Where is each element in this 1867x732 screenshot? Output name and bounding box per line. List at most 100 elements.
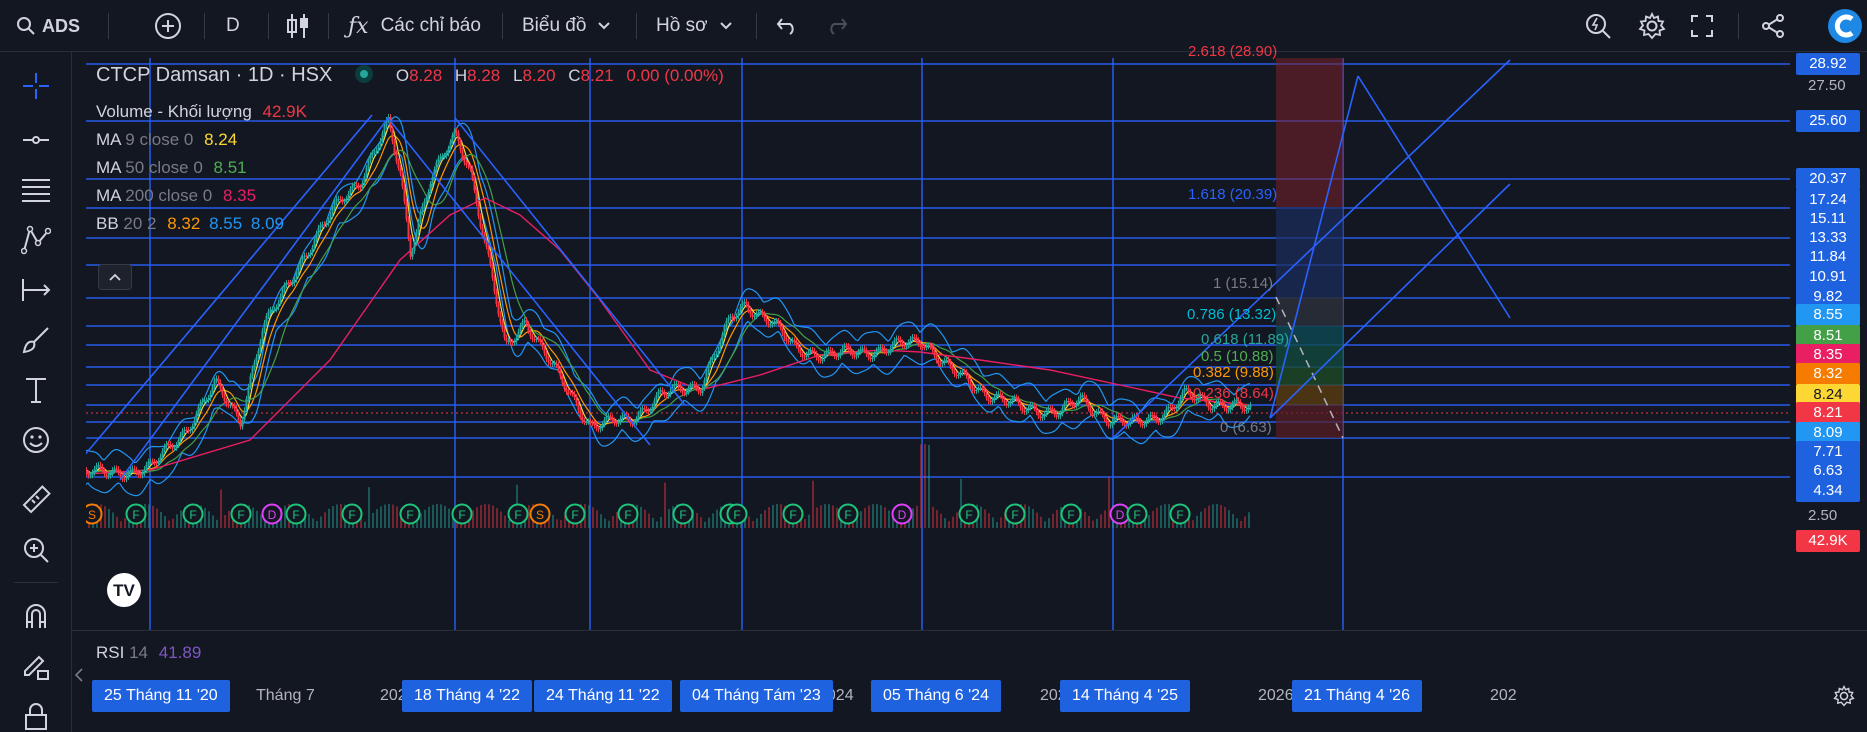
volume-bar [1084,511,1086,528]
candle-body [605,416,608,420]
candle-body [1213,406,1216,409]
ruler-tool[interactable] [18,482,54,518]
volume-bar [504,515,506,528]
rsi-legend[interactable]: RSI 14 41.89 [96,643,201,663]
share-button[interactable] [1760,0,1786,52]
quick-search-button[interactable] [1584,0,1612,52]
candle-body [933,350,936,356]
axis-settings-button[interactable] [1828,680,1860,712]
candle-body [1095,412,1098,415]
legend-ma9-row[interactable]: MA 9 close 0 8.24 [96,130,237,150]
candle-body [1155,417,1158,421]
price-axis[interactable]: 28.92 27.50 25.60 20.37 17.24 15.11 13.33 11.84… [1790,53,1867,630]
candle-body [381,133,384,142]
pattern-tool[interactable] [18,222,54,258]
legend-collapse-button[interactable] [98,264,132,290]
zoom-tool[interactable] [18,532,54,568]
candle-body [383,125,386,134]
lock-tool[interactable] [18,698,54,732]
candle-body [227,404,230,406]
fib-tool[interactable] [18,172,54,208]
candle-body [969,381,972,387]
candle-body [225,400,228,405]
event-marker-text: F [189,508,196,522]
volume-bar [700,517,702,528]
candle-body [1073,405,1076,407]
price-chart[interactable]: FSFFFDFFFFFSFFFFFFFDFFFDFF TV [86,58,1790,630]
settings-button[interactable] [1638,0,1666,52]
emoji-tool[interactable] [18,422,54,458]
candle-body [669,390,672,395]
crosshair-tool[interactable] [18,68,54,104]
candle-body [677,383,680,387]
candle-body [411,250,414,257]
chevron-down-icon [719,22,732,30]
undo-button[interactable] [776,0,798,52]
candle-body [537,338,540,340]
measure-tool[interactable] [18,272,54,308]
candle-body [783,333,786,339]
chart-type-button[interactable] [286,0,310,52]
candle-body [1015,397,1018,399]
candle-body [1221,402,1224,406]
candle-body [1215,402,1218,407]
candle-body [469,166,472,169]
legend-bb-row[interactable]: BB 20 2 8.32 8.55 8.09 [96,214,284,234]
candle-body [323,224,326,226]
profile-button[interactable]: Hồ sơ [656,0,732,52]
indicators-button[interactable]: ƒx Các chỉ báo [348,0,481,52]
time-axis[interactable]: 25 Tháng 11 '20Tháng 720218 Tháng 4 '22g… [86,676,1790,716]
volume-bar [424,509,426,528]
candle-body [957,374,960,376]
interval-button[interactable]: D [226,0,240,52]
volume-bar [1048,518,1050,528]
volume-bar [488,504,490,528]
candle-body [183,429,186,432]
candle-body [553,363,556,365]
candle-body [1103,414,1106,420]
redo-button[interactable] [826,0,848,52]
candle-body [979,387,982,389]
volume-bar [984,509,986,528]
candle-body [189,429,192,431]
candle-body [283,285,286,290]
magnet-tool[interactable] [18,598,54,634]
volume-bar [1156,507,1158,528]
candle-body [949,361,952,367]
ma200-value: 8.35 [222,186,257,205]
candle-body [577,403,580,411]
compare-add-button[interactable] [154,0,182,52]
pane-separator[interactable] [72,630,1867,631]
candle-body [151,461,154,463]
text-tool[interactable] [18,372,54,408]
moving-averages [86,124,1251,478]
candle-body [1055,414,1058,417]
candle-body [163,446,166,452]
volume-bar [328,508,330,528]
candle-body [1167,406,1170,409]
volume-bar [1000,517,1002,528]
legend-ma50-row[interactable]: MA 50 close 0 8.51 [96,158,247,178]
ma200-line [86,197,1251,475]
volume-bar [228,511,230,528]
candle-body [377,146,380,151]
candle-body [725,320,728,327]
low-value: 8.20 [522,66,556,85]
drawing-mode-tool[interactable] [18,648,54,684]
chart-menu-button[interactable]: Biểu đồ [522,0,611,52]
candle-body [327,220,330,224]
candle-body [511,342,514,344]
candle-body [879,347,882,349]
legend-ma200-row[interactable]: MA 200 close 0 8.35 [96,186,256,206]
candle-body [259,341,262,351]
brush-tool[interactable] [18,322,54,358]
candle-body [535,338,538,340]
symbol-search[interactable]: ADS [16,0,80,52]
fullscreen-button[interactable] [1690,0,1714,52]
trend-line-tool[interactable] [18,122,54,158]
collapse-toolbar-arrow[interactable] [72,660,86,690]
volume-bar [612,516,614,528]
legend-volume-row[interactable]: Volume - Khối lượng 42.9K [96,102,307,122]
candle-body [749,309,752,315]
candle-body [541,341,544,347]
